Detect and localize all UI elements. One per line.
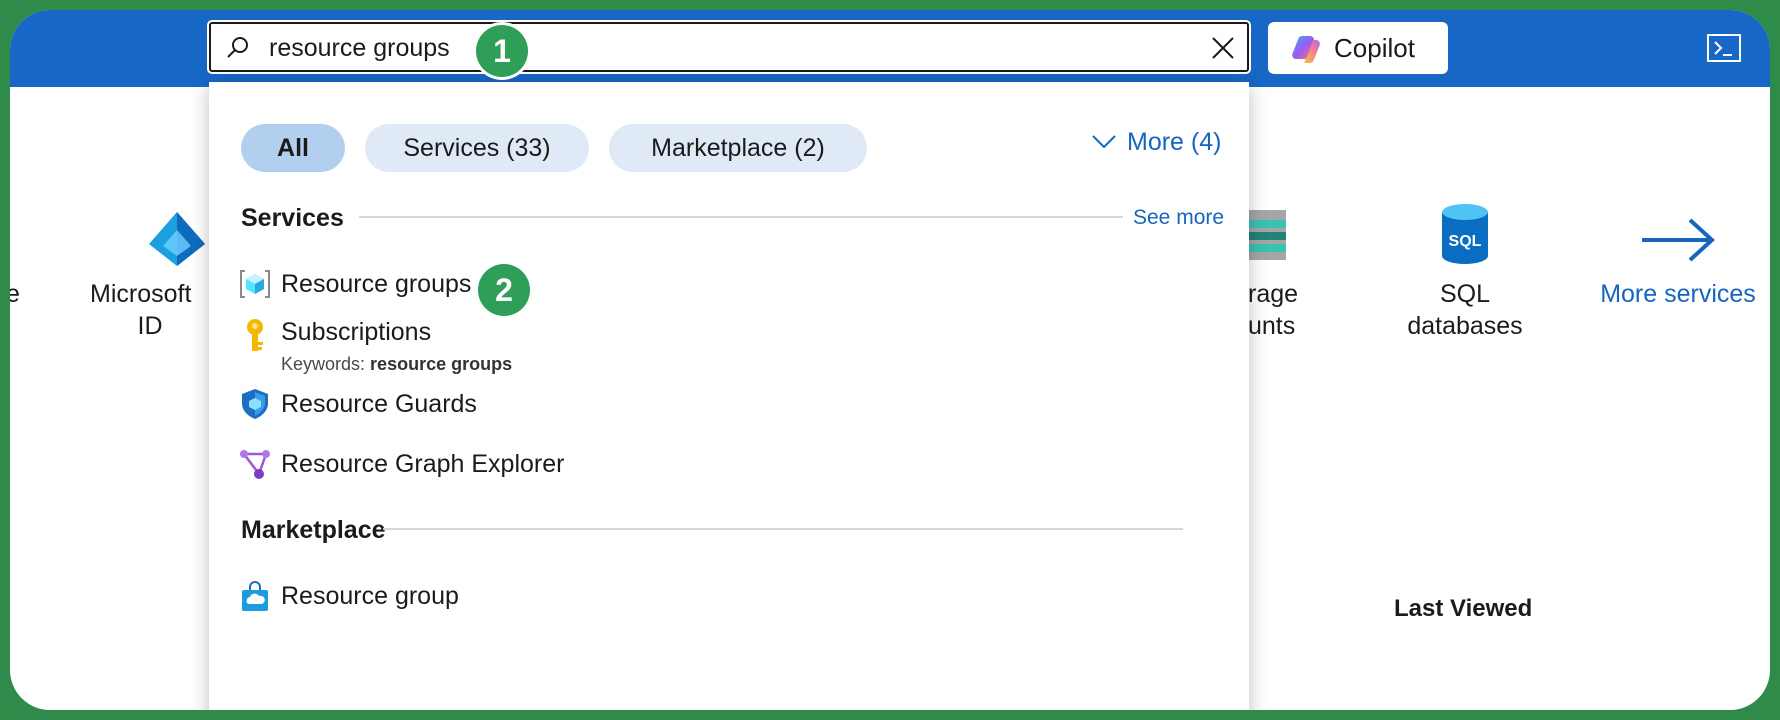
result-label: Resource group — [281, 582, 459, 610]
copilot-button[interactable]: Copilot — [1268, 22, 1448, 74]
section-divider — [383, 528, 1183, 530]
step-badge-1: 1 — [476, 25, 528, 77]
result-label: Subscriptions — [281, 318, 432, 346]
result-label: Resource Graph Explorer — [281, 450, 565, 478]
result-resource-groups[interactable]: Resource groups — [239, 262, 1139, 308]
result-keywords: Keywords: resource groups — [281, 354, 512, 375]
search-input[interactable]: resource groups — [207, 20, 1251, 74]
result-marketplace-resource-group[interactable]: Resource group — [239, 574, 1139, 620]
tile-label-partial: e — [10, 280, 20, 308]
keywords-value: resource groups — [370, 354, 513, 374]
search-results-dropdown: All Services (33) Marketplace (2) More (… — [209, 82, 1249, 710]
copilot-label: Copilot — [1334, 33, 1415, 63]
search-query-text[interactable]: resource groups — [269, 34, 450, 62]
result-label: Resource groups — [281, 270, 472, 298]
keywords-prefix: Keywords: — [281, 354, 371, 374]
tile-label: More services — [1600, 280, 1756, 308]
result-resource-graph-explorer[interactable]: Resource Graph Explorer — [239, 442, 1139, 488]
last-viewed-heading: Last Viewed — [1394, 595, 1533, 622]
marketplace-section-title: Marketplace — [241, 516, 386, 544]
filter-marketplace[interactable]: Marketplace (2) — [609, 124, 867, 172]
more-filters-label: More (4) — [1127, 128, 1222, 156]
graph-icon — [240, 450, 270, 479]
cloud-shell-icon[interactable] — [1706, 32, 1742, 64]
see-more-link[interactable]: See more — [1133, 206, 1224, 230]
search-icon — [227, 37, 248, 58]
filter-services[interactable]: Services (33) — [365, 124, 589, 172]
close-icon[interactable] — [1209, 34, 1237, 62]
sql-database-icon: SQL — [1442, 204, 1488, 264]
result-subscriptions[interactable]: Subscriptions Keywords: resource groups — [239, 310, 1139, 380]
result-resource-guards[interactable]: Resource Guards — [239, 382, 1139, 428]
step-badge-2: 2 — [478, 264, 530, 316]
section-divider — [359, 216, 1123, 218]
tile-label: rage — [1248, 280, 1299, 308]
resource-groups-icon — [240, 270, 270, 298]
chevron-down-icon — [1092, 135, 1116, 149]
shield-icon — [242, 389, 268, 419]
result-label: Resource Guards — [281, 390, 477, 418]
shopping-bag-icon — [242, 581, 268, 611]
key-icon — [247, 319, 263, 351]
tile-label-line2: ID — [137, 312, 163, 340]
tile-label-line2: unts — [1248, 312, 1296, 340]
services-section-title: Services — [241, 204, 344, 232]
filter-all[interactable]: All — [241, 124, 345, 172]
svg-text:SQL: SQL — [1449, 233, 1482, 250]
portal-window: resource groups Copilot e Microsoft ID r… — [10, 10, 1770, 710]
arrow-right-icon — [1642, 218, 1715, 262]
tile-label: SQL databases — [1407, 280, 1523, 340]
top-bar: resource groups Copilot — [10, 10, 1770, 87]
entra-id-icon — [149, 212, 205, 266]
copilot-icon — [1292, 36, 1320, 63]
